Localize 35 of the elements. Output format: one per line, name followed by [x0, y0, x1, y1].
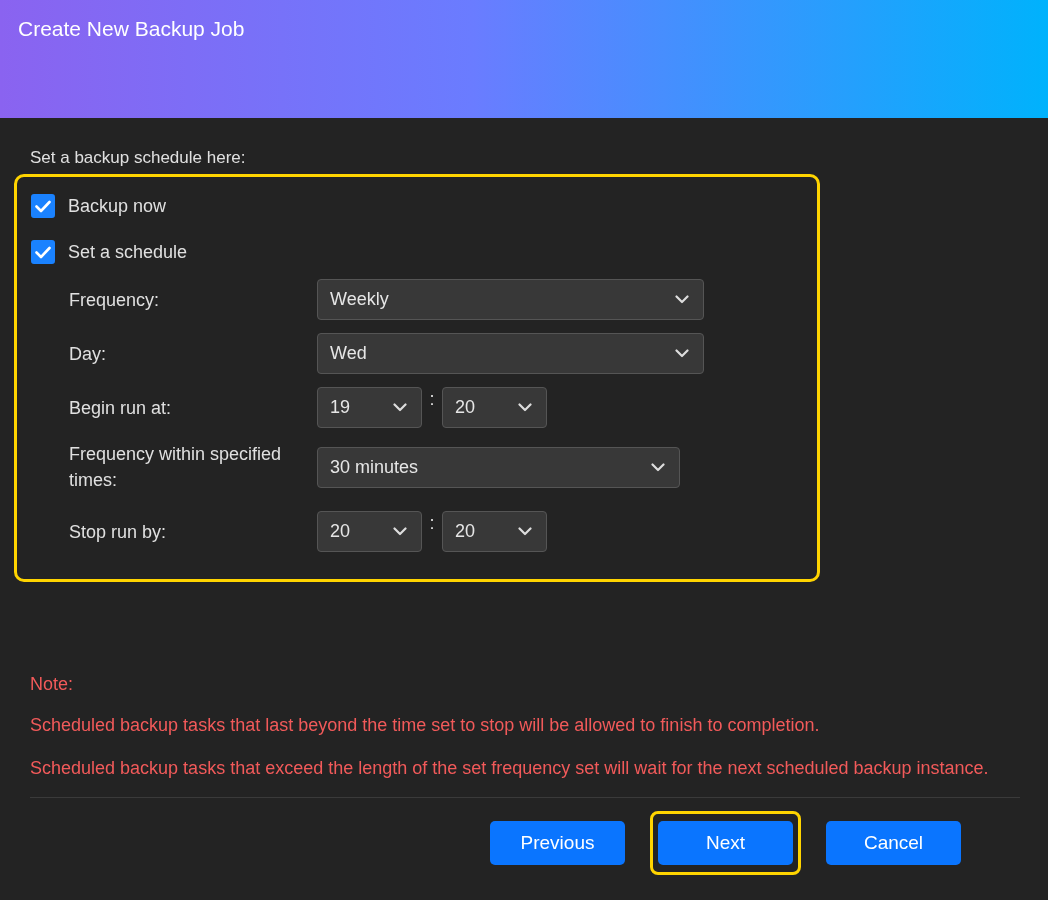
dropdown[interactable]: 20	[442, 511, 547, 552]
chevron-down-icon	[651, 462, 665, 472]
time-separator: :	[428, 513, 436, 534]
checkbox-label: Backup now	[68, 195, 167, 217]
dropdown[interactable]: Wed	[317, 333, 704, 374]
field-label: Frequency within specified times:	[69, 443, 283, 492]
field-label: Day:	[69, 342, 107, 366]
checkbox[interactable]	[31, 240, 55, 264]
checkbox[interactable]	[31, 194, 55, 218]
note-title: Note:	[30, 673, 75, 696]
checkmark-icon	[35, 245, 51, 259]
note-text: Scheduled backup tasks that last beyond the time set to stop will be allowed to finish to completion.	[30, 714, 821, 737]
chevron-down-icon	[518, 403, 532, 412]
checkbox-label: Set a schedule	[68, 241, 188, 263]
time-separator: :	[428, 389, 436, 410]
dropdown[interactable]: Weekly	[317, 279, 704, 320]
field-label: Frequency:	[69, 288, 161, 312]
chevron-down-icon	[518, 527, 532, 536]
intro-text: Set a backup schedule here:	[30, 148, 247, 168]
chevron-down-icon	[393, 403, 407, 412]
dialog-button[interactable]: Next	[658, 821, 793, 865]
chevron-down-icon	[675, 295, 689, 304]
note-text: Scheduled backup tasks that exceed the length of the set frequency set will wait for the next scheduled backup instance.	[30, 757, 990, 780]
dropdown[interactable]: 20	[317, 511, 422, 552]
chevron-down-icon	[675, 349, 689, 358]
dialog-button[interactable]: Previous	[490, 821, 625, 865]
chevron-down-icon	[393, 527, 407, 536]
field-label: Stop run by:	[69, 520, 168, 544]
dropdown[interactable]: 30 minutes	[317, 446, 680, 488]
window-title: Create New Backup Job	[18, 17, 246, 41]
dropdown[interactable]: 19	[317, 387, 422, 428]
checkmark-icon	[35, 199, 51, 213]
dropdown[interactable]: 20	[442, 387, 547, 428]
field-label: Begin run at:	[69, 396, 173, 420]
dialog-button[interactable]: Cancel	[826, 821, 961, 865]
